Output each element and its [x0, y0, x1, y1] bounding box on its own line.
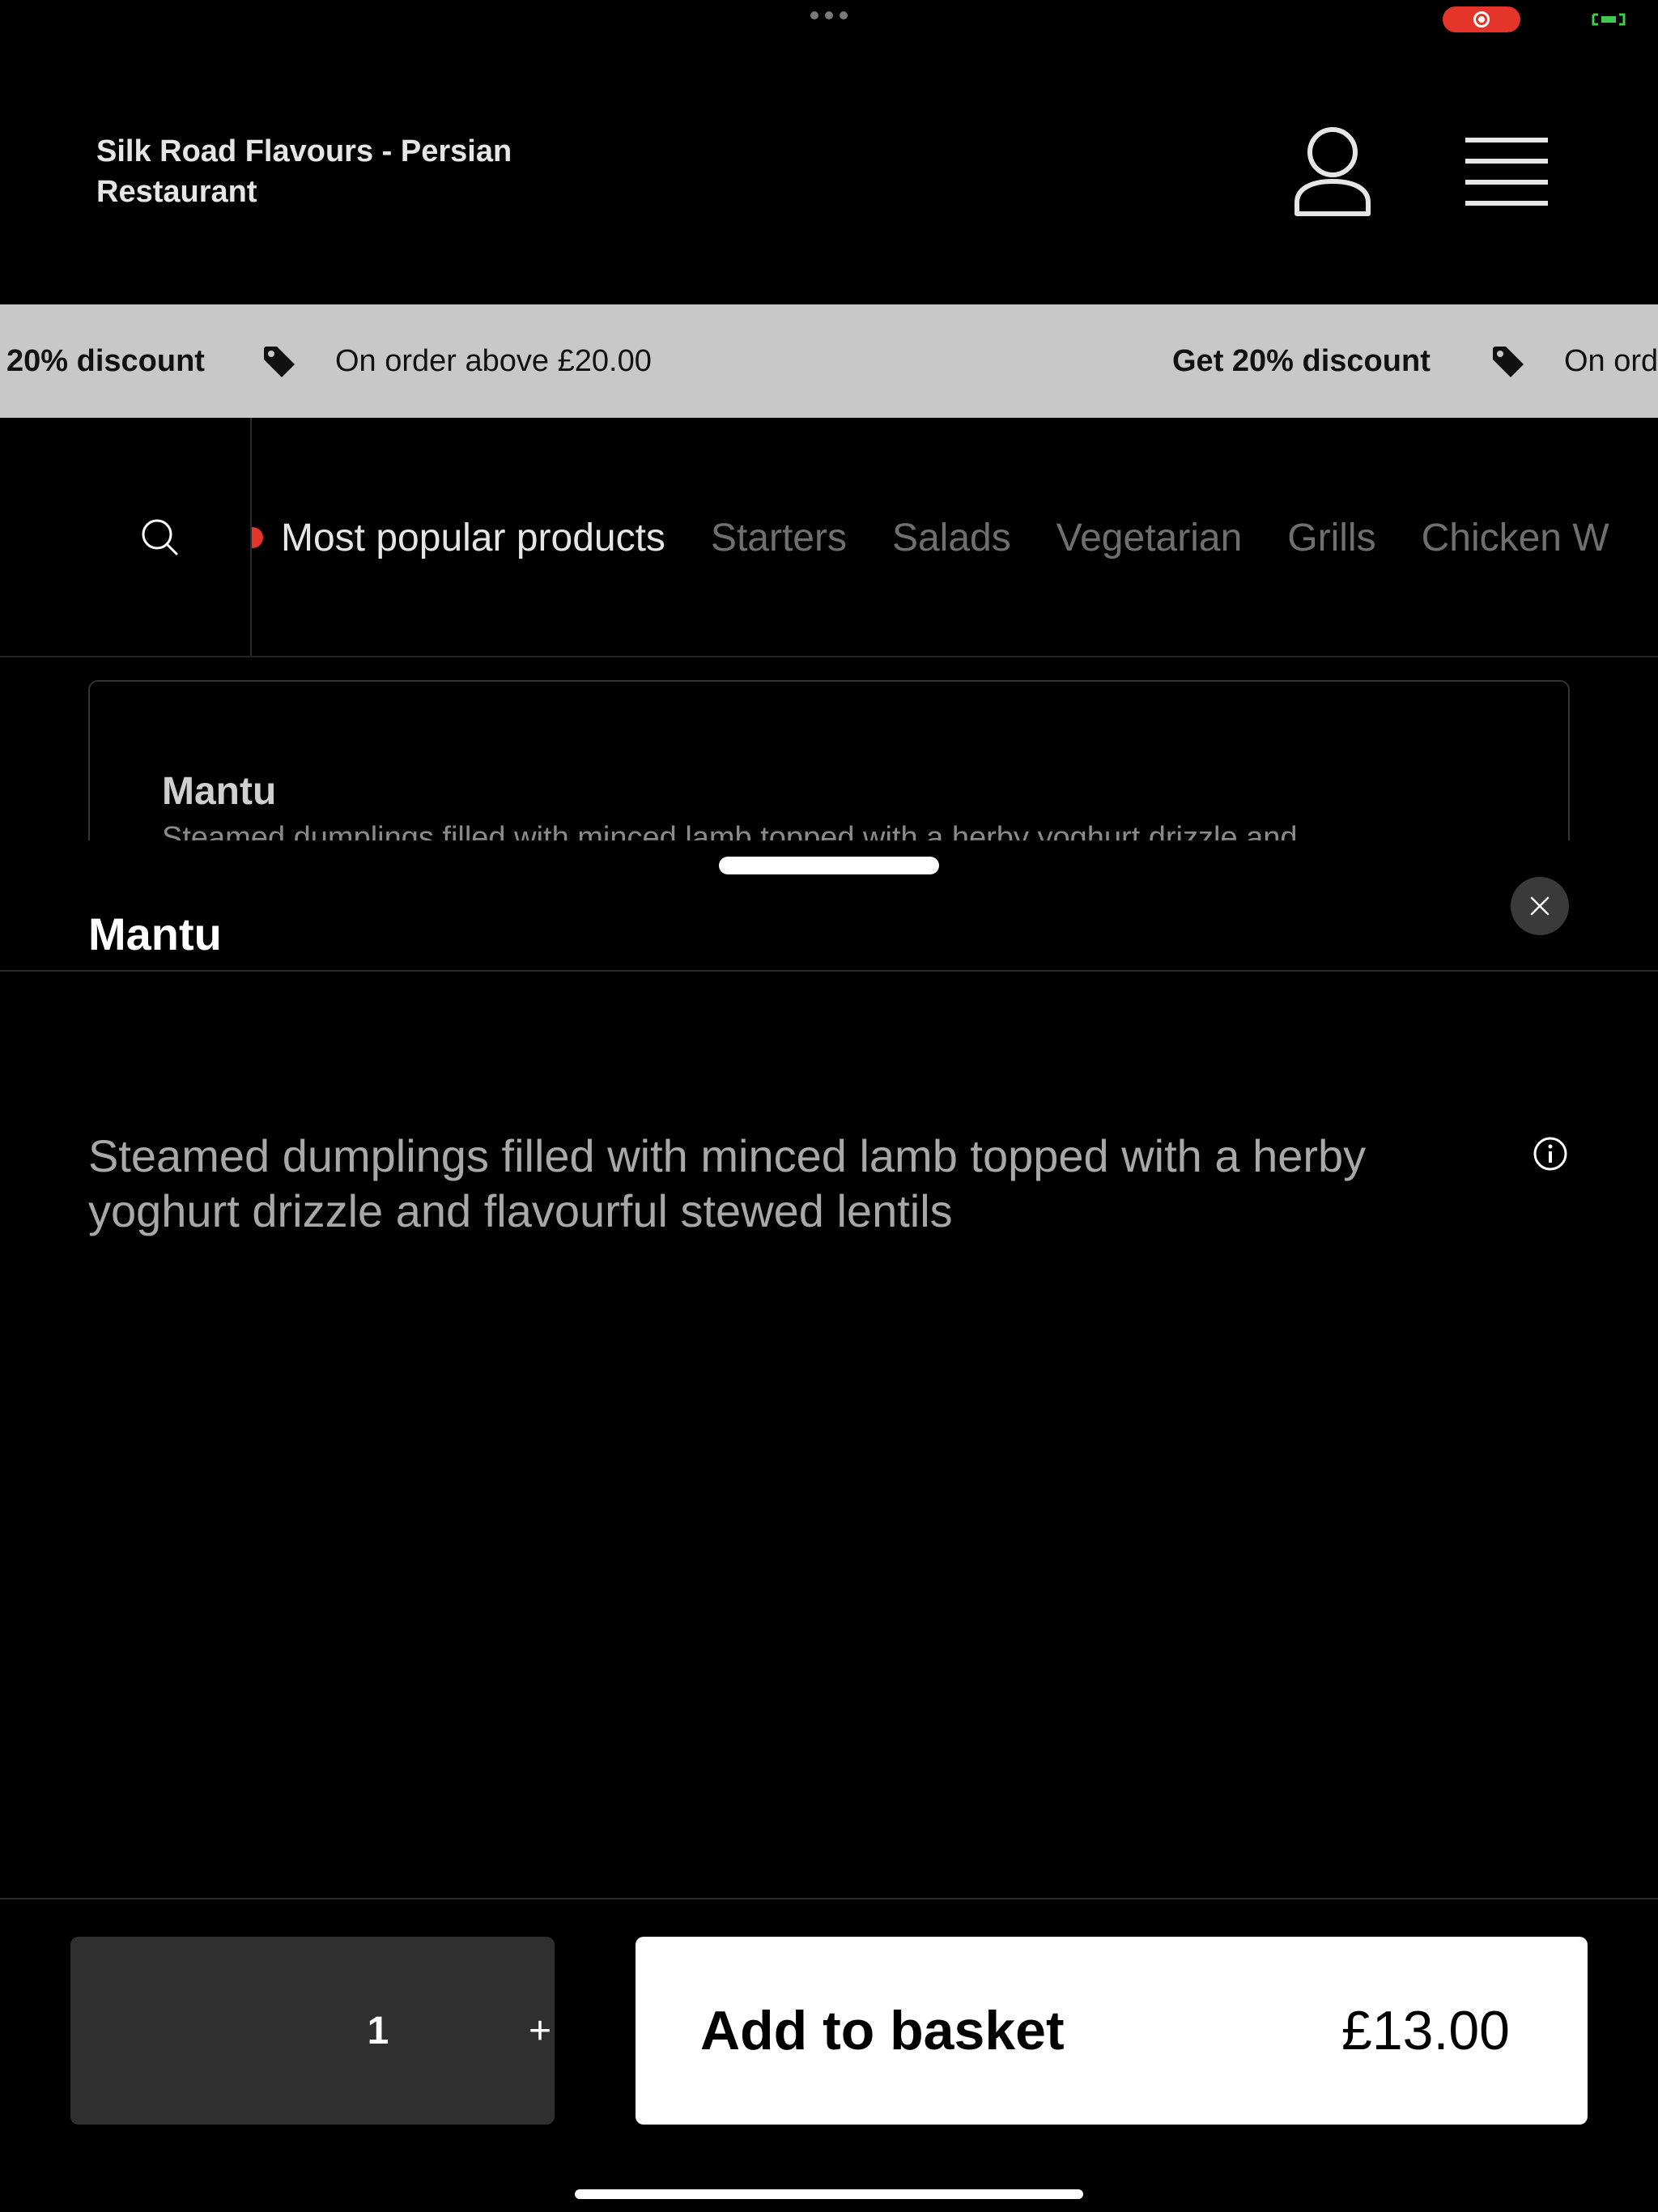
close-icon: [1530, 896, 1550, 916]
category-tabs: Most popular products Starters Salads Ve…: [252, 418, 1655, 656]
add-to-basket-button[interactable]: Add to basket £13.00: [636, 1937, 1588, 2125]
tag-icon: [264, 347, 295, 377]
tag-icon: [1493, 347, 1524, 377]
tab-grills[interactable]: Grills: [1287, 516, 1375, 560]
divider: [0, 970, 1658, 972]
user-icon: [1295, 127, 1371, 216]
restaurant-name: Silk Road Flavours - Persian Restaurant: [96, 134, 512, 209]
active-tab-marker: [252, 527, 263, 548]
hamburger-menu-icon: [1465, 138, 1548, 206]
tab-starters[interactable]: Starters: [711, 516, 847, 560]
add-to-basket-label: Add to basket: [700, 2000, 1065, 2061]
search-icon: [142, 519, 178, 555]
menu-button[interactable]: [1465, 136, 1548, 206]
promo-discount-text: Get 20% discount: [1172, 343, 1431, 378]
info-icon[interactable]: [1533, 1136, 1568, 1172]
tab-salads[interactable]: Salads: [892, 516, 1011, 560]
price-label: £13.00: [1341, 2000, 1510, 2061]
quantity-stepper: 1 +: [70, 1937, 555, 2125]
home-indicator[interactable]: [575, 2189, 1083, 2199]
screen-recording-indicator: [1443, 6, 1520, 32]
profile-button[interactable]: [1292, 125, 1373, 219]
promo-condition-text: On order above £20.00: [335, 343, 652, 378]
close-button[interactable]: [1511, 877, 1569, 935]
tab-chicken[interactable]: Chicken W: [1422, 516, 1609, 560]
product-detail-sheet: Mantu Steamed dumplings filled with minc…: [0, 840, 1658, 2212]
search-button[interactable]: [0, 418, 252, 656]
promo-banner: 20% discount On order above £20.00 Get 2…: [0, 304, 1658, 418]
promo-discount-text: 20% discount: [6, 343, 205, 378]
camera-indicator-icon: [1592, 13, 1626, 26]
sheet-title: Mantu: [88, 908, 222, 959]
product-description: Steamed dumplings filled with minced lam…: [88, 1130, 1367, 1236]
increase-quantity-button[interactable]: +: [508, 1937, 572, 2125]
product-name: Mantu: [162, 770, 277, 813]
screen: Silk Road Flavours - Persian Restaurant …: [0, 0, 1658, 2212]
divider: [0, 1898, 1658, 1899]
category-nav: Most popular products Starters Salads Ve…: [0, 418, 1658, 657]
tab-most-popular[interactable]: Most popular products: [281, 516, 665, 560]
multitask-dots-icon[interactable]: [810, 11, 848, 19]
quantity-value: 1: [367, 2009, 389, 2052]
sheet-grabber[interactable]: [719, 857, 939, 874]
promo-condition-text: On ord: [1564, 343, 1658, 378]
tab-vegetarian[interactable]: Vegetarian: [1056, 516, 1243, 560]
